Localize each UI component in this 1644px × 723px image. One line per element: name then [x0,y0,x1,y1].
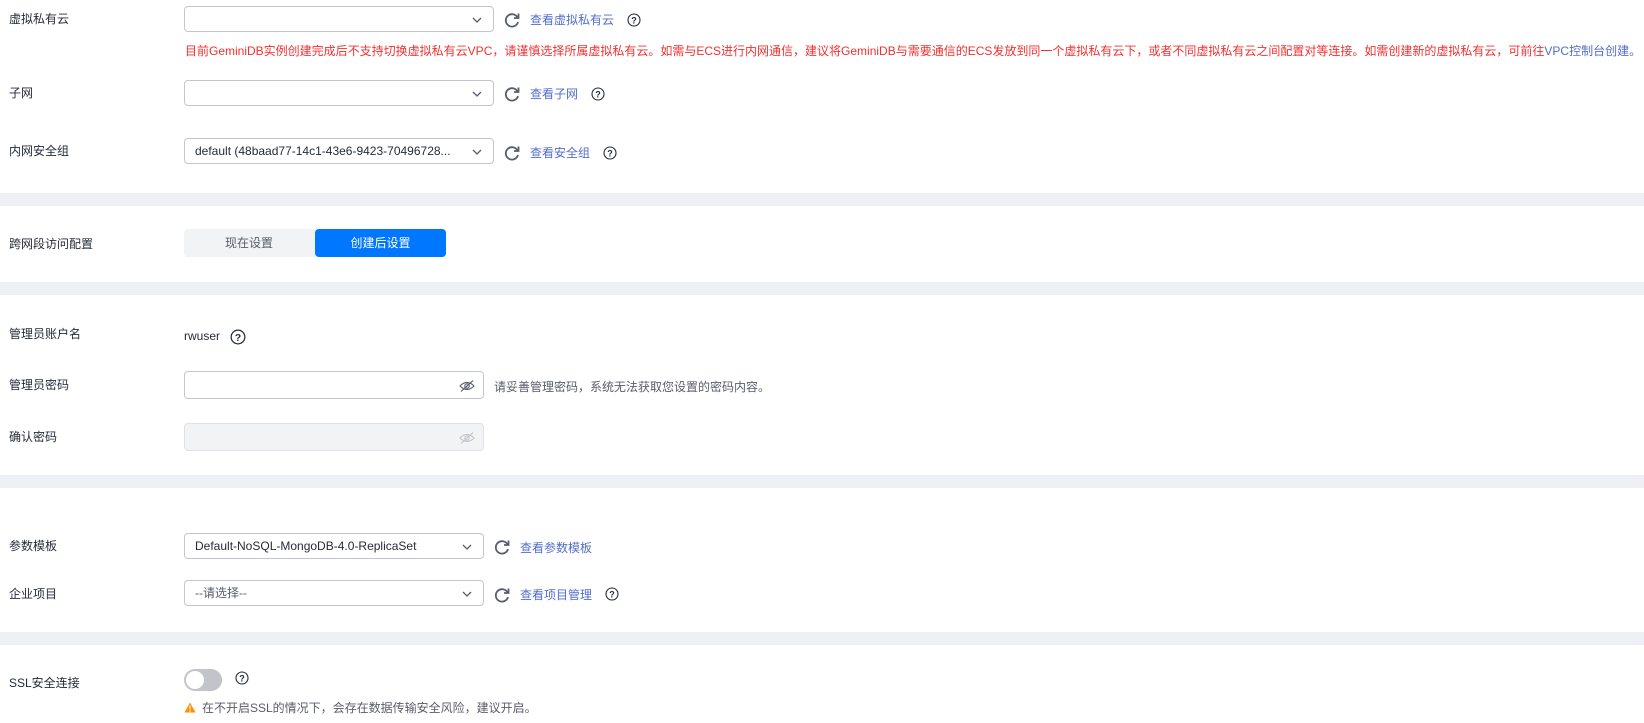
tab-set-after-creation[interactable]: 创建后设置 [315,229,446,257]
refresh-icon[interactable] [493,586,511,604]
section-divider [0,475,1644,488]
vpc-warning: 目前GeminiDB实例创建完成后不支持切换虚拟私有云VPC，请谨慎选择所属虚拟… [185,43,1641,59]
view-subnet-link[interactable]: 查看子网 [530,86,578,102]
svg-text:?: ? [235,333,241,344]
help-icon[interactable]: ? [235,671,249,685]
enterprise-project-select[interactable]: --请选择-- [184,580,484,606]
confirm-password-label: 确认密码 [9,430,58,444]
svg-text:?: ? [607,148,613,158]
chevron-down-icon [472,149,482,155]
refresh-icon[interactable] [503,11,521,29]
cross-segment-label: 跨网段访问配置 [9,237,94,251]
warning-triangle-icon [184,702,196,713]
confirm-password-input[interactable] [184,423,484,451]
view-project-management-link[interactable]: 查看项目管理 [520,587,592,603]
admin-account-label: 管理员账户名 [9,327,82,341]
view-security-group-link[interactable]: 查看安全组 [530,145,590,161]
param-template-label: 参数模板 [9,539,58,553]
view-param-template-link[interactable]: 查看参数模板 [520,540,592,556]
tab-set-now[interactable]: 现在设置 [184,229,314,257]
svg-text:?: ? [609,589,615,599]
vpc-console-link[interactable]: VPC控制台创建。 [1544,44,1641,58]
ssl-toggle[interactable] [184,669,222,691]
subnet-select[interactable] [184,80,494,106]
toggle-knob [186,671,204,689]
cross-segment-switch: 现在设置 创建后设置 [184,229,446,257]
section-divider [0,632,1644,645]
subnet-label: 子网 [9,86,34,100]
chevron-down-icon [462,544,472,550]
refresh-icon[interactable] [493,538,511,556]
security-group-value: default (48baad77-14c1-43e6-9423-7049672… [195,144,451,158]
admin-password-label: 管理员密码 [9,378,70,392]
chevron-down-icon [472,91,482,97]
vpc-warning-text: 目前GeminiDB实例创建完成后不支持切换虚拟私有云VPC，请谨慎选择所属虚拟… [185,44,1545,58]
enterprise-project-placeholder: --请选择-- [195,586,247,600]
vpc-label: 虚拟私有云 [9,12,70,26]
section-divider [0,282,1644,295]
chevron-down-icon [472,17,482,23]
admin-account-value: rwuser [184,329,221,343]
help-icon[interactable]: ? [603,146,617,160]
password-hint: 请妥善管理密码，系统无法获取您设置的密码内容。 [494,380,771,394]
svg-text:?: ? [595,89,601,99]
refresh-icon[interactable] [503,144,521,162]
help-icon[interactable]: ? [605,587,619,601]
help-icon[interactable]: ? [627,13,641,27]
param-template-value: Default-NoSQL-MongoDB-4.0-ReplicaSet [195,539,417,553]
section-divider [0,193,1644,206]
eye-hidden-icon[interactable] [459,431,475,445]
param-template-select[interactable]: Default-NoSQL-MongoDB-4.0-ReplicaSet [184,533,484,559]
svg-text:?: ? [631,15,637,25]
security-group-select[interactable]: default (48baad77-14c1-43e6-9423-7049672… [184,138,494,164]
svg-text:?: ? [239,673,245,683]
refresh-icon[interactable] [503,85,521,103]
vpc-select[interactable] [184,6,494,32]
eye-hidden-icon[interactable] [459,379,475,393]
chevron-down-icon [462,591,472,597]
view-vpc-link[interactable]: 查看虚拟私有云 [530,12,614,28]
admin-password-input[interactable] [184,371,484,399]
security-group-label: 内网安全组 [9,144,70,158]
enterprise-project-label: 企业项目 [9,587,58,601]
ssl-label: SSL安全连接 [9,676,80,690]
ssl-warning: 在不开启SSL的情况下，会存在数据传输安全风险，建议开启。 [202,701,537,715]
help-icon[interactable]: ? [591,87,605,101]
help-icon[interactable]: ? [230,329,246,345]
